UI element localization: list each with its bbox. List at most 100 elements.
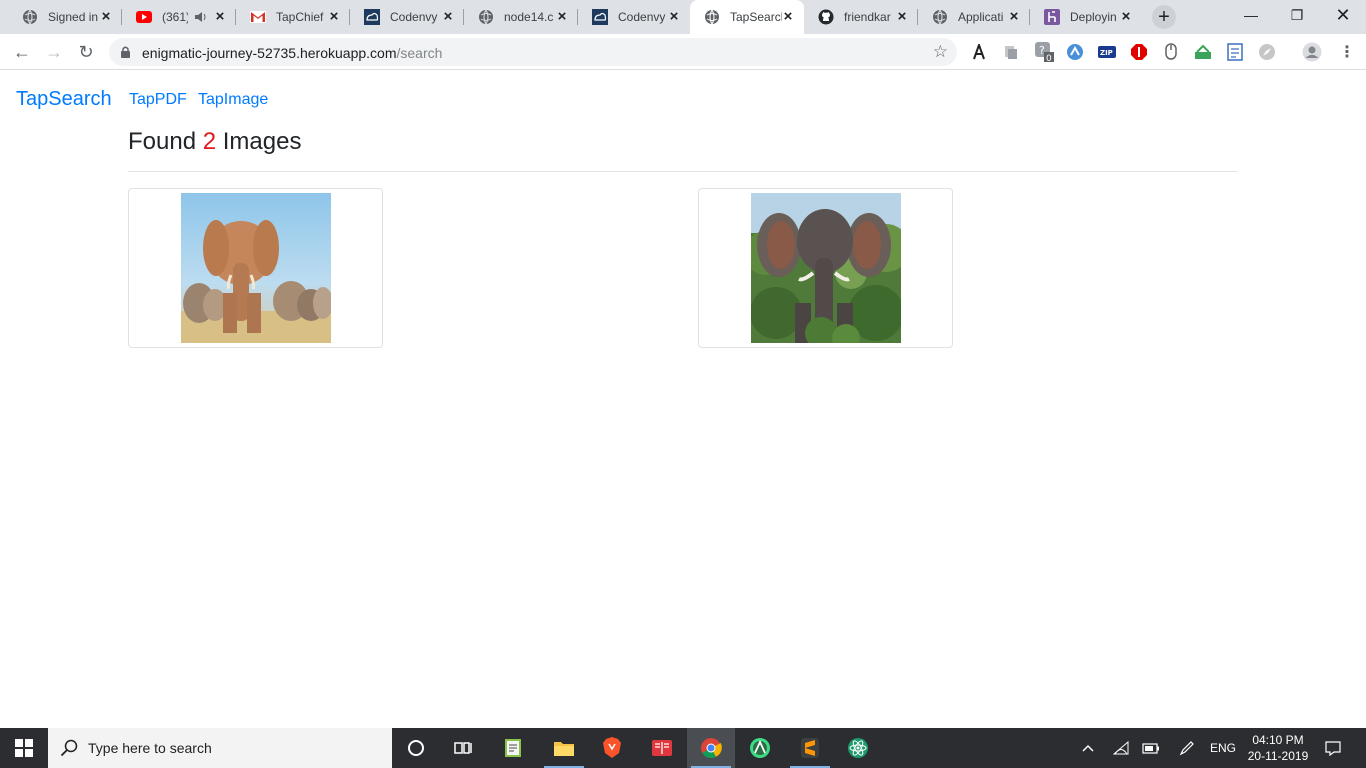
sublime-text-icon[interactable] xyxy=(786,728,834,768)
tab-codenvy-1[interactable]: Codenvy × xyxy=(350,0,464,34)
youtube-icon xyxy=(136,9,152,25)
close-icon[interactable]: × xyxy=(666,9,682,25)
url-text[interactable]: enigmatic-journey-52735.herokuapp.com/se… xyxy=(142,45,442,61)
back-button[interactable]: ← xyxy=(10,40,34,64)
zip-extension-icon[interactable]: ZIP xyxy=(1097,42,1117,62)
battery-icon[interactable] xyxy=(1138,728,1164,768)
chrome-icon[interactable] xyxy=(687,728,735,768)
task-view-button[interactable] xyxy=(440,728,488,768)
heading-prefix: Found xyxy=(128,128,197,155)
atom-editor-icon[interactable] xyxy=(834,728,882,768)
pen-icon[interactable] xyxy=(1174,728,1200,768)
globe-icon xyxy=(22,9,38,25)
close-icon[interactable]: × xyxy=(1118,9,1134,25)
new-tab-button[interactable]: + xyxy=(1152,5,1176,29)
results-heading: Found 2 Images xyxy=(128,128,301,156)
tab-title: Applicati xyxy=(958,10,1004,24)
close-icon[interactable]: × xyxy=(326,9,342,25)
profile-avatar-icon[interactable] xyxy=(1302,42,1322,62)
heading-suffix: Images xyxy=(222,128,302,155)
speaker-icon[interactable] xyxy=(194,10,208,29)
globe-icon xyxy=(704,9,720,25)
tab-tapsearch[interactable]: TapSearch × xyxy=(690,0,804,34)
taskbar-search-box[interactable]: Type here to search xyxy=(48,728,392,768)
close-icon[interactable]: × xyxy=(1006,9,1022,25)
brand-link[interactable]: TapSearch xyxy=(16,88,112,111)
compass-extension-icon[interactable] xyxy=(1257,42,1277,62)
globe-icon xyxy=(932,9,948,25)
notifications-icon[interactable] xyxy=(1318,728,1348,768)
nav-tappdf-link[interactable]: TapPDF xyxy=(129,91,187,109)
close-icon[interactable]: × xyxy=(554,9,570,25)
green-inbox-extension-icon[interactable] xyxy=(1193,42,1213,62)
wifi-icon[interactable] xyxy=(1108,728,1134,768)
elephant-bush-image[interactable] xyxy=(751,193,901,343)
minimize-button[interactable]: — xyxy=(1228,0,1274,30)
document-extension-icon[interactable] xyxy=(1225,42,1245,62)
restore-button[interactable]: ❐ xyxy=(1274,0,1320,30)
codenvy-icon xyxy=(592,9,608,25)
lock-icon[interactable] xyxy=(120,45,131,64)
language-indicator[interactable]: ENG xyxy=(1206,728,1240,768)
image-card[interactable] xyxy=(698,188,953,348)
address-bar[interactable]: enigmatic-journey-52735.herokuapp.com/se… xyxy=(109,38,957,66)
windows-start-button[interactable] xyxy=(0,728,48,768)
search-placeholder: Type here to search xyxy=(88,740,212,756)
android-studio-icon[interactable] xyxy=(736,728,784,768)
tab-title: Signed in xyxy=(48,10,99,24)
tab-deploying[interactable]: Deployin × xyxy=(1030,0,1142,34)
tab-signed-in[interactable]: Signed in × xyxy=(8,0,122,34)
tab-title: node14.c xyxy=(504,10,554,24)
clock[interactable]: 04:10 PM 20-11-2019 xyxy=(1240,732,1316,764)
close-icon[interactable]: × xyxy=(894,9,910,25)
browser-toolbar: ← → ↻ enigmatic-journey-52735.herokuapp.… xyxy=(0,34,1366,70)
codenvy-icon xyxy=(364,9,380,25)
clock-time: 04:10 PM xyxy=(1252,733,1304,747)
more-menu-icon[interactable]: ⋮ xyxy=(1337,42,1357,62)
cortana-button[interactable] xyxy=(392,728,440,768)
tab-title: Codenvy xyxy=(618,10,666,24)
tab-title: TapSearch xyxy=(730,10,782,24)
url-path: /search xyxy=(396,45,443,61)
tab-tapchief[interactable]: TapChief × xyxy=(236,0,350,34)
clock-date: 20-11-2019 xyxy=(1247,749,1309,763)
extension-badge: 0 xyxy=(1046,54,1052,63)
blue-circle-extension-icon[interactable] xyxy=(1065,42,1085,62)
image-card[interactable] xyxy=(128,188,383,348)
url-host: enigmatic-journey-52735.herokuapp.com xyxy=(142,45,397,61)
close-icon[interactable]: × xyxy=(212,9,228,25)
copy-extension-icon[interactable] xyxy=(1001,42,1021,62)
close-window-button[interactable]: ✕ xyxy=(1320,0,1366,30)
notepad-app-icon[interactable] xyxy=(490,728,538,768)
font-extension-icon[interactable] xyxy=(969,42,989,62)
brave-browser-icon[interactable] xyxy=(588,728,636,768)
help-extension-icon[interactable]: ? 0 xyxy=(1034,42,1054,63)
forward-button[interactable]: → xyxy=(42,40,66,64)
search-icon xyxy=(60,739,78,762)
globe-icon xyxy=(478,9,494,25)
adblock-icon[interactable] xyxy=(1129,42,1149,62)
tab-github[interactable]: friendkar × xyxy=(804,0,918,34)
nav-tapimage-link[interactable]: TapImage xyxy=(198,91,268,109)
mouse-extension-icon[interactable] xyxy=(1161,42,1181,62)
reader-app-icon[interactable] xyxy=(638,728,686,768)
tab-title: (361) xyxy=(162,10,188,24)
close-icon[interactable]: × xyxy=(98,9,114,25)
close-icon[interactable]: × xyxy=(440,9,456,25)
reload-button[interactable]: ↻ xyxy=(74,40,98,64)
show-hidden-icons-button[interactable] xyxy=(1076,728,1100,768)
gmail-icon xyxy=(250,9,266,25)
taskbar: Type here to search ENG 04:10 PM 20-11-2… xyxy=(0,728,1366,768)
tab-youtube[interactable]: (361) × xyxy=(122,0,236,34)
divider xyxy=(128,171,1238,172)
tab-node14[interactable]: node14.c × xyxy=(464,0,578,34)
tab-application[interactable]: Applicati × xyxy=(918,0,1030,34)
tab-title: TapChief xyxy=(276,10,324,24)
bookmark-star-icon[interactable]: ☆ xyxy=(933,42,948,62)
tab-title: Deployin xyxy=(1070,10,1117,24)
tab-strip: Signed in × (361) × TapChief × Codenvy ×… xyxy=(0,0,1366,34)
tab-codenvy-2[interactable]: Codenvy × xyxy=(578,0,690,34)
file-explorer-icon[interactable] xyxy=(540,728,588,768)
elephant-herd-image[interactable] xyxy=(181,193,331,343)
close-icon[interactable]: × xyxy=(780,9,796,25)
